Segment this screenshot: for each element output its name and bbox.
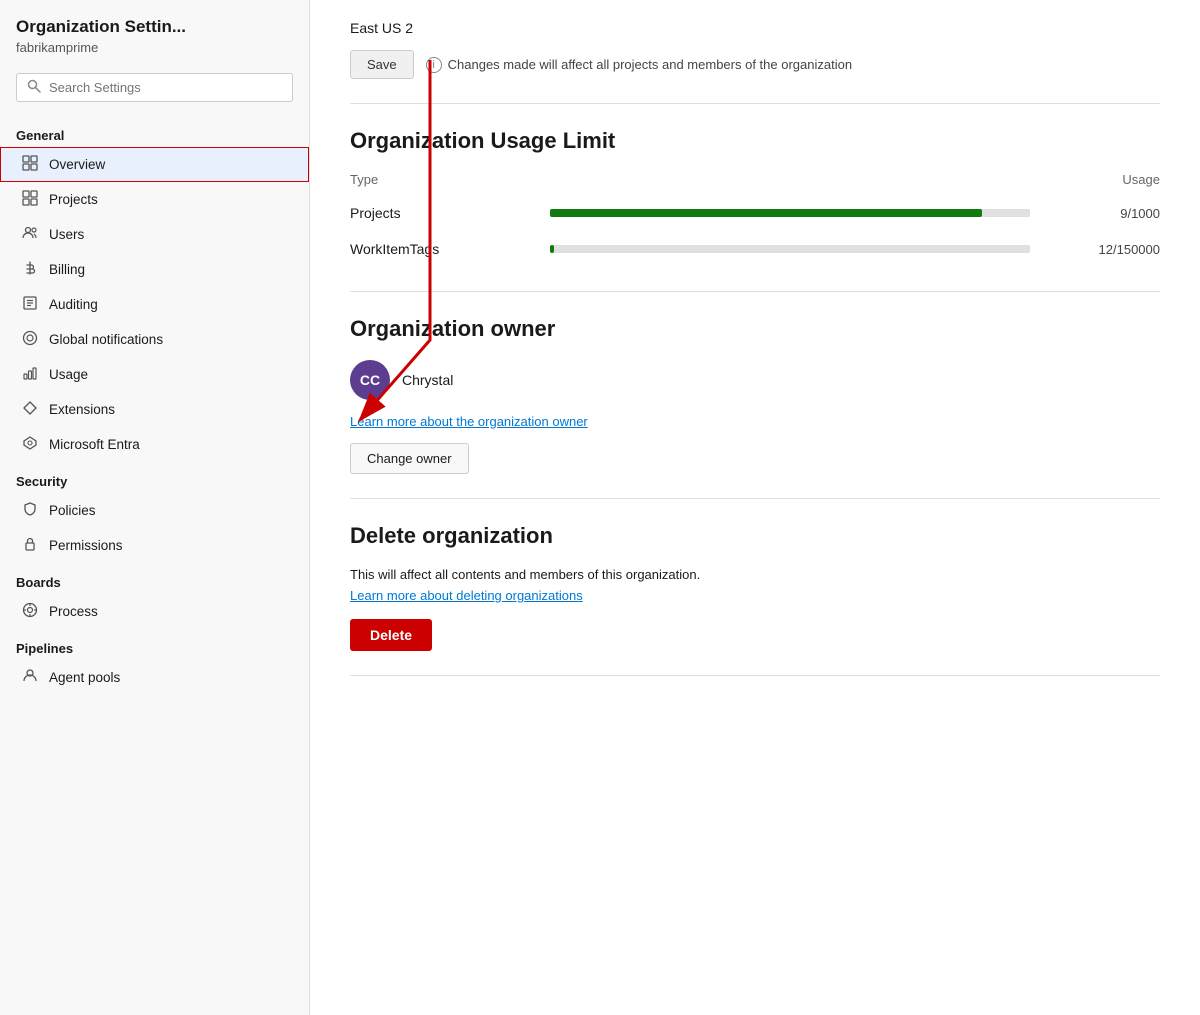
main-content: East US 2 Save i Changes made will affec… — [310, 0, 1200, 1015]
sidebar-item-permissions[interactable]: Permissions — [0, 528, 309, 563]
projects-icon — [21, 190, 39, 209]
process-icon — [21, 602, 39, 621]
extensions-icon — [21, 400, 39, 419]
sidebar-item-label: Extensions — [49, 402, 115, 417]
col-type: Type — [350, 172, 530, 195]
policies-icon — [21, 501, 39, 520]
sidebar-item-label: Users — [49, 227, 84, 242]
sidebar-item-agent-pools[interactable]: Agent pools — [0, 660, 309, 695]
sidebar-item-label: Permissions — [49, 538, 123, 553]
usage-row: WorkItemTags 12/150000 — [350, 231, 1160, 267]
sidebar-item-billing[interactable]: Billing — [0, 252, 309, 287]
sidebar-item-label: Usage — [49, 367, 88, 382]
sidebar-title: Organization Settin... — [16, 16, 293, 38]
usage-type: WorkItemTags — [350, 231, 530, 267]
users-icon — [21, 225, 39, 244]
entra-icon — [21, 435, 39, 454]
sidebar-item-overview[interactable]: Overview — [0, 147, 309, 182]
billing-icon — [21, 260, 39, 279]
sidebar-item-label: Projects — [49, 192, 98, 207]
agent-pools-icon — [21, 668, 39, 687]
auditing-icon — [21, 295, 39, 314]
divider-3 — [350, 498, 1160, 499]
search-input[interactable] — [49, 80, 282, 95]
col-usage: Usage — [1079, 172, 1160, 195]
progress-bar-fill — [550, 209, 982, 217]
sidebar-item-label: Process — [49, 604, 98, 619]
usage-icon — [21, 365, 39, 384]
col-usage-spacer — [530, 172, 1079, 195]
usage-label: 9/1000 — [1079, 195, 1160, 231]
sidebar-item-process[interactable]: Process — [0, 594, 309, 629]
divider-2 — [350, 291, 1160, 292]
section-label-boards: Boards — [0, 567, 309, 594]
permissions-icon — [21, 536, 39, 555]
section-label-pipelines: Pipelines — [0, 633, 309, 660]
overview-icon — [21, 155, 39, 174]
sidebar: Organization Settin... fabrikamprime Gen… — [0, 0, 310, 1015]
sidebar-item-label: Billing — [49, 262, 85, 277]
sidebar-item-usage[interactable]: Usage — [0, 357, 309, 392]
sidebar-item-extensions[interactable]: Extensions — [0, 392, 309, 427]
region-text: East US 2 — [350, 20, 1160, 36]
sidebar-item-global-notifications[interactable]: Global notifications — [0, 322, 309, 357]
usage-type: Projects — [350, 195, 530, 231]
usage-label: 12/150000 — [1079, 231, 1160, 267]
save-info-text: Changes made will affect all projects an… — [448, 57, 852, 72]
sidebar-item-label: Microsoft Entra — [49, 437, 140, 452]
section-label-general: General — [0, 120, 309, 147]
progress-bar — [550, 209, 1030, 217]
save-row: Save i Changes made will affect all proj… — [350, 50, 1160, 79]
progress-bar-fill — [550, 245, 554, 253]
sidebar-item-label: Auditing — [49, 297, 98, 312]
save-button[interactable]: Save — [350, 50, 414, 79]
usage-bar-cell — [530, 195, 1079, 231]
avatar: CC — [350, 360, 390, 400]
change-owner-button[interactable]: Change owner — [350, 443, 469, 474]
sidebar-item-policies[interactable]: Policies — [0, 493, 309, 528]
learn-more-delete-link[interactable]: Learn more about deleting organizations — [350, 588, 1160, 603]
usage-table: Type Usage Projects 9/1000 WorkItemTags 12/… — [350, 172, 1160, 267]
sidebar-item-users[interactable]: Users — [0, 217, 309, 252]
delete-button[interactable]: Delete — [350, 619, 432, 651]
divider-4 — [350, 675, 1160, 676]
notifications-icon — [21, 330, 39, 349]
delete-description: This will affect all contents and member… — [350, 567, 1160, 582]
sidebar-item-projects[interactable]: Projects — [0, 182, 309, 217]
save-info: i Changes made will affect all projects … — [426, 57, 852, 73]
usage-bar-cell — [530, 231, 1079, 267]
org-owner-title: Organization owner — [350, 316, 1160, 342]
sidebar-subtitle: fabrikamprime — [16, 40, 293, 55]
sidebar-item-auditing[interactable]: Auditing — [0, 287, 309, 322]
info-icon: i — [426, 57, 442, 73]
owner-name: Chrystal — [402, 372, 453, 388]
sidebar-search-container[interactable] — [16, 73, 293, 102]
sidebar-item-microsoft-entra[interactable]: Microsoft Entra — [0, 427, 309, 462]
progress-bar — [550, 245, 1030, 253]
sidebar-item-label: Global notifications — [49, 332, 163, 347]
divider-1 — [350, 103, 1160, 104]
usage-limit-title: Organization Usage Limit — [350, 128, 1160, 154]
sidebar-item-label: Policies — [49, 503, 96, 518]
search-icon — [27, 79, 41, 96]
learn-more-owner-link[interactable]: Learn more about the organization owner — [350, 414, 1160, 429]
owner-row: CC Chrystal — [350, 360, 1160, 400]
sidebar-item-label: Agent pools — [49, 670, 120, 685]
delete-org-title: Delete organization — [350, 523, 1160, 549]
usage-row: Projects 9/1000 — [350, 195, 1160, 231]
sidebar-item-label: Overview — [49, 157, 105, 172]
section-label-security: Security — [0, 466, 309, 493]
sidebar-header: Organization Settin... fabrikamprime — [0, 0, 309, 63]
